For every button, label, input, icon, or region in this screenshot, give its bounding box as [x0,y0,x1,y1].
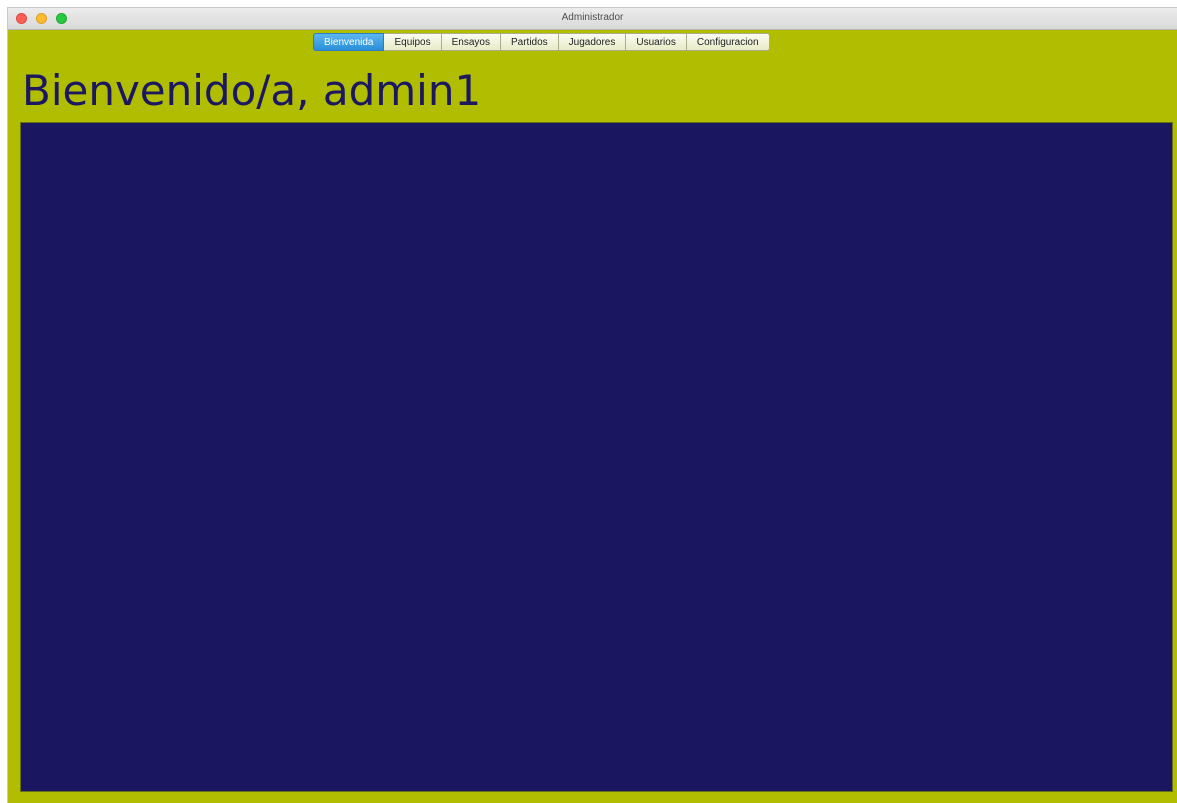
title-bar[interactable]: Administrador [8,8,1177,30]
tab-jugadores[interactable]: Jugadores [558,33,627,51]
content-panel [20,122,1173,792]
tab-configuracion[interactable]: Configuracion [686,33,770,51]
welcome-heading: Bienvenido/a, admin1 [22,66,482,115]
tab-partidos[interactable]: Partidos [500,33,559,51]
tab-bienvenida[interactable]: Bienvenida [313,33,385,51]
window-title: Administrador [561,12,624,23]
tab-bar: Bienvenida Equipos Ensayos Partidos Juga… [313,33,770,51]
tab-equipos[interactable]: Equipos [384,33,442,51]
app-window: Administrador Bienvenida Equipos Ensayos… [7,7,1177,803]
tab-ensayos[interactable]: Ensayos [441,33,501,51]
tab-usuarios[interactable]: Usuarios [626,33,687,51]
